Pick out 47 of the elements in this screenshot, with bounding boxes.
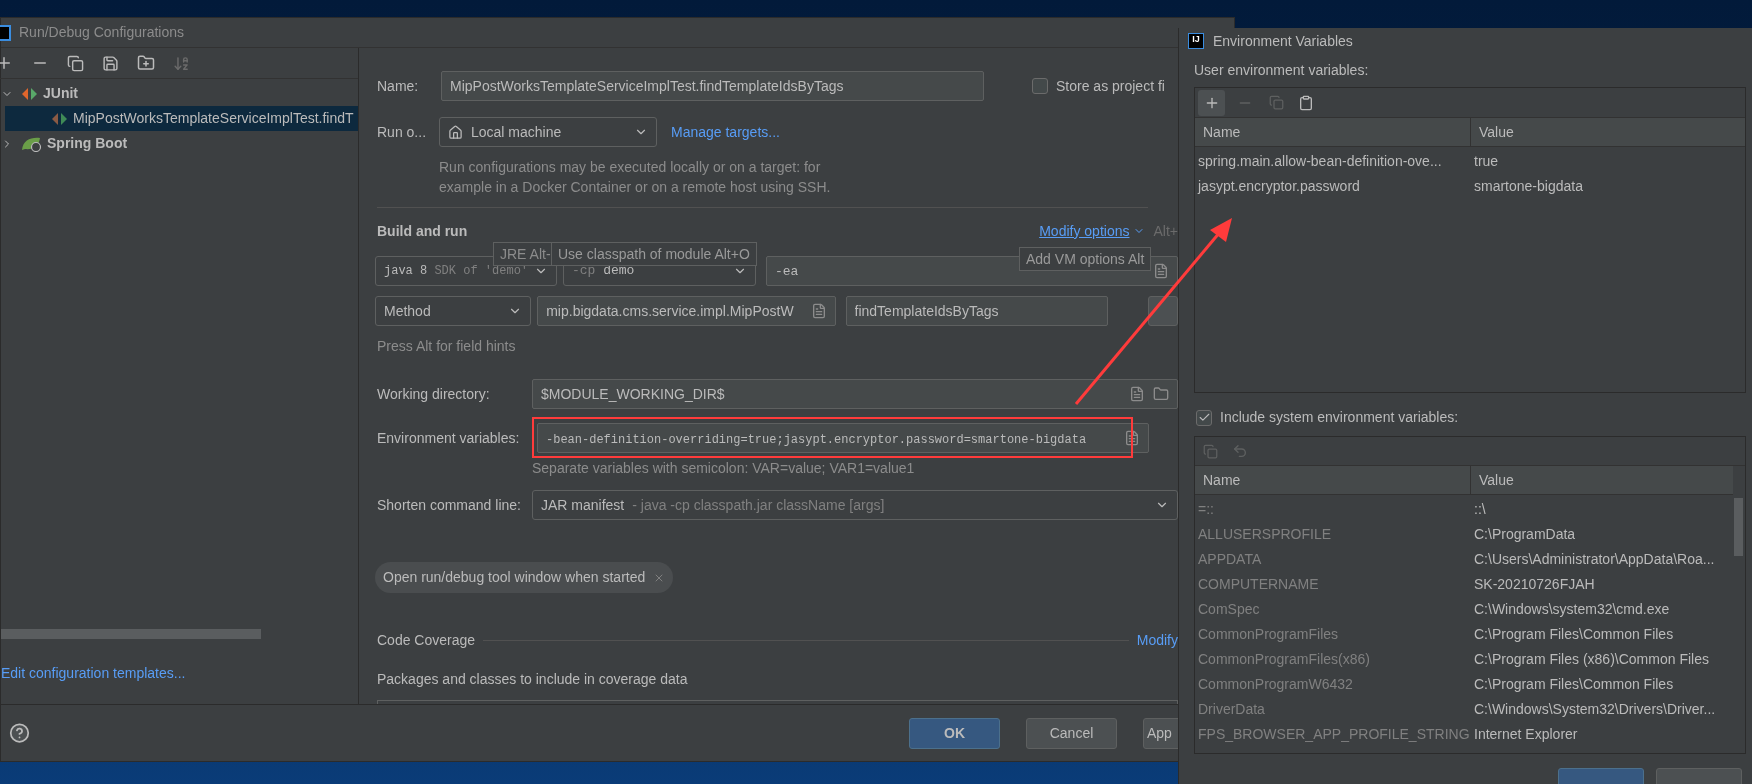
table-cell-text: SK-20210726FJAH [1473,575,1596,594]
field-label: Name: [377,76,420,96]
tree-item-label: Spring Boot [47,134,128,153]
table-cell-text: true [1473,152,1500,171]
table-cell-text: APPDATA [1197,550,1263,569]
table-cell-text: FPS_BROWSER_APP_PROFILE_STRING [1197,725,1471,744]
checkbox-label: Include system environment variables: [1220,408,1459,427]
table-cell-text: C:\Program Files\Common Files [1473,625,1675,644]
field-label: Packages and classes to include in coverage data [377,670,689,689]
window-title: Run/Debug Configurations [19,23,184,42]
field-label: Run o... [377,122,428,142]
table-cell-text: jasypt.encryptor.password [1196,177,1361,196]
table-cell-text: smartone-bigdata [1473,177,1584,196]
tree-item-label: MipPostWorksTemplateServiceImplTest.findT [73,109,354,128]
table-cell-text: spring.main.allow-bean-definition-ove... [1197,152,1443,171]
table-cell-text: DriverData [1197,700,1266,719]
field-label: User environment variables: [1194,61,1370,80]
tooltip: Use classpath of module Alt+O [551,242,757,266]
field-label: Working directory: [377,384,491,404]
table-cell-text: ComSpec [1197,600,1261,619]
table-cell-text: C:\Windows\System32\Drivers\Driver... [1473,700,1717,719]
section-title: Code Coverage [377,631,476,650]
table-cell-text: Internet Explorer [1473,725,1579,744]
table-cell-text: C:\Users\Administrator\AppData\Roa... [1473,550,1716,569]
table-cell-text: CommonProgramW6432 [1197,675,1354,694]
tree-item-label: JUnit [43,84,78,103]
table-cell-text: C:\ProgramData [1473,525,1577,544]
table-cell-text: C:\Program Files (x86)\Common Files [1473,650,1710,669]
table-cell-text: =:: [1197,500,1215,519]
window-title: Environment Variables [1213,31,1353,51]
table-cell-text: CommonProgramFiles(x86) [1197,650,1371,669]
hint-text: Separate variables with semicolon: VAR=value; VAR1=value1 [532,459,916,478]
section-title: Build and run [377,221,468,241]
table-cell-text: COMPUTERNAME [1197,575,1320,594]
table-cell-text: ALLUSERSPROFILE [1197,525,1333,544]
table-cell-text: C:\Program Files\Common Files [1473,675,1675,694]
hint-text: Run configurations may be executed locally or on a target: for example in a Docker Container or on a remote host using SSH. [439,158,832,197]
tooltip: Add VM options Alt [1019,247,1152,271]
field-label: Environment variables: [377,428,521,448]
table-cell-text: CommonProgramFiles [1197,625,1340,644]
table-cell-text: ::\ [1473,500,1487,519]
checkbox-label: Store as project fi [1056,76,1165,96]
table-cell-text: C:\Windows\system32\cmd.exe [1473,600,1671,619]
hint-text: Press Alt for field hints [377,337,517,356]
field-label: Shorten command line: [377,495,522,515]
dropdown-value: java 8 SDK of 'demo' [384,263,526,280]
app-icon: IJ [1188,33,1204,49]
